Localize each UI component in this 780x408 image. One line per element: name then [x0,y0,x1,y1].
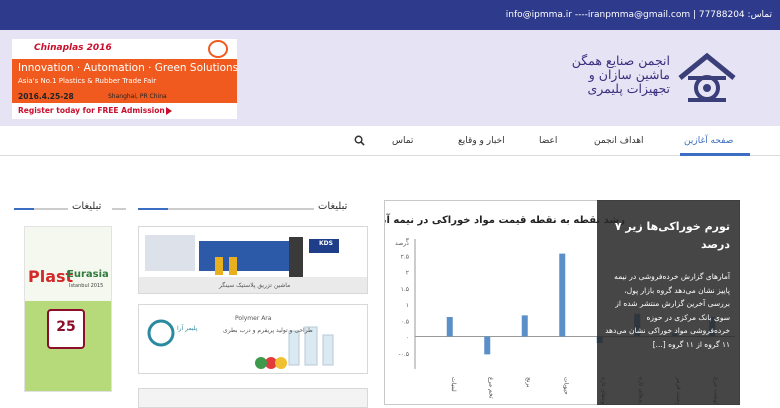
banner-headline: Innovation · Automation · Green Solution… [18,62,237,74]
chart-bar [521,315,528,337]
chinaplas-banner[interactable]: Chinaplas 2016 Innovation · Automation ·… [12,39,237,119]
arrow-right-icon [166,107,172,115]
anniversary-badge: 25 [47,309,85,349]
news-excerpt: آمارهای گزارش خرده‌فروشی در نیمه پاییز ن… [605,272,730,349]
x-tick-label: برنج [525,377,532,388]
banner-register-link[interactable]: Register today for FREE Admission [12,103,237,119]
header: Chinaplas 2016 Innovation · Automation ·… [0,30,780,126]
y-tick-label: ۱ [406,302,409,309]
y-tick-label: ۱.۵ [401,286,409,293]
chinaplas-logo: Chinaplas 2016 [34,43,112,53]
house-gear-icon[interactable] [676,50,738,106]
third-ad[interactable] [138,388,368,408]
nav-item-contact[interactable]: تماس [392,136,413,146]
contact-info: info@ipmma.ir ----iranpmma@gmail.com | 7… [505,10,772,20]
banner-subline: Asia's No.1 Plastics & Rubber Trade Fair [18,77,157,85]
nav-item-home[interactable]: صفحه آغازین [680,126,750,156]
site-title[interactable]: انجمن صنایع همگن ماشین سازان و تجهیزات پ… [520,54,670,96]
x-tick-label: حبوبات [562,377,569,395]
x-tick-label: لبنیات [450,377,457,392]
injection-machine-ad[interactable]: ماشین تزریق پلاستیک سینگر KDS [138,226,368,294]
nav-item-news[interactable]: اخبار و وقایع [458,136,505,146]
chart-bar [484,336,491,355]
y-tick-label: ۲.۵ [401,253,409,260]
main-nav: صفحه آغازین اهداف انجمن اعضا اخبار و وقا… [0,126,780,156]
y-axis-label: درصد [395,240,409,247]
banner-place: Shanghai, PR China [108,93,167,100]
chart-bar [446,317,453,337]
y-tick-label: ۲ [406,270,409,277]
nav-item-goals[interactable]: اهداف انجمن [594,136,644,146]
search-icon[interactable] [354,135,365,146]
news-title: تورم خوراکی‌ها زیر ۷ درصد [614,220,730,251]
banner-date: 2016.4.25-28 [18,92,74,101]
news-caption-overlay[interactable]: تورم خوراکی‌ها زیر ۷ درصد آمارهای گزارش … [597,200,740,405]
nav-item-members[interactable]: اعضا [539,136,557,146]
y-tick-label: -۰.۵ [398,351,409,358]
x-tick-label: تخم مرغ [487,377,494,399]
y-tick-label: ۰.۵ [401,318,409,325]
y-tick-label: ۰ [406,335,409,342]
divider-accent [14,208,34,210]
polymer-ara-ad[interactable]: پلیمر آرا Polymer Ara طراحی و تولید پریف… [138,304,368,374]
exhibition-logo-icon [208,40,228,58]
divider [112,208,126,210]
banner-cta: Register today for FREE Admission [18,106,165,115]
ads-heading-left: تبلیغات [72,201,102,212]
top-bar: info@ipmma.ir ----iranpmma@gmail.com | 7… [0,0,780,30]
divider-accent [138,208,168,210]
ads-heading-middle: تبلیغات [318,201,348,212]
chart-bar [559,253,566,337]
plast-eurasia-ad[interactable]: Plast Eurasia Istanbul 2015 25 [24,226,112,392]
